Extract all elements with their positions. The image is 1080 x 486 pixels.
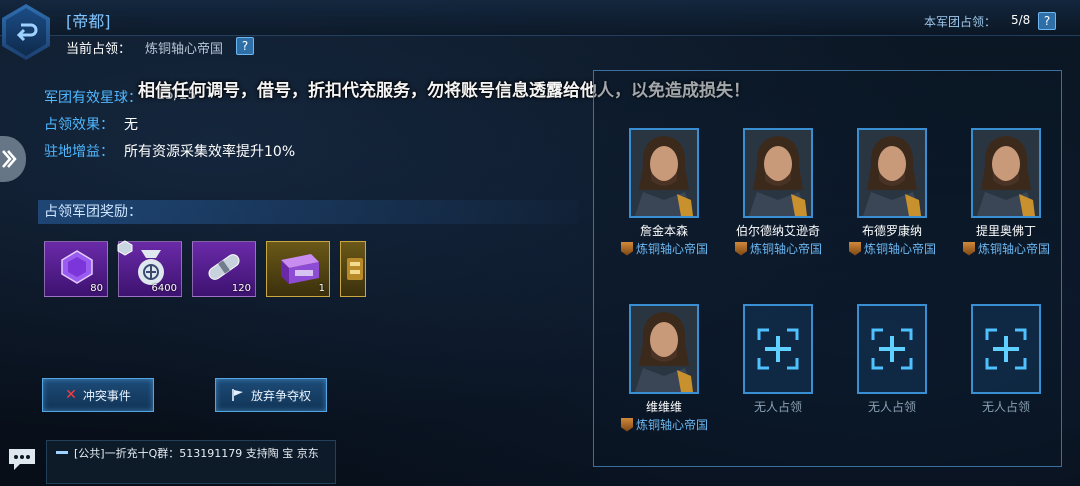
conflict-events-label: 冲突事件 xyxy=(82,388,131,403)
reward-count: 1 xyxy=(318,283,325,294)
empty-slot-label: 无人占领 xyxy=(867,400,916,414)
add-slot-icon xyxy=(985,328,1027,370)
abandon-contest-button[interactable]: 放弃争夺权 xyxy=(215,378,327,412)
empty-slot-label: 无人占领 xyxy=(981,400,1030,414)
commander-portrait-icon xyxy=(859,130,925,216)
empty-slot[interactable] xyxy=(971,304,1041,394)
page-title: [帝都] xyxy=(66,12,111,31)
supply-crate-icon xyxy=(281,254,319,284)
current-occupier-label: 当前占领： xyxy=(66,42,132,57)
planets-label: 军团有效星球： xyxy=(44,90,142,106)
bonus-label: 驻地增益： xyxy=(44,144,114,160)
chat-button[interactable] xyxy=(6,446,38,472)
commander-portrait-icon xyxy=(631,130,697,216)
member-name: 提里奥佛丁 xyxy=(975,224,1036,238)
reward-item[interactable]: 6400 xyxy=(117,240,182,297)
reward-item[interactable]: 80 xyxy=(44,241,108,297)
bonus-value: 所有资源采集效率提升10% xyxy=(124,144,296,160)
member-guild: 炼铜轴心帝国 xyxy=(621,240,708,257)
member-guild: 炼铜轴心帝国 xyxy=(621,416,708,433)
add-slot-icon xyxy=(757,328,799,370)
back-icon xyxy=(6,8,46,56)
guild-badge-icon xyxy=(735,241,747,256)
member-name: 维维维 xyxy=(645,400,682,414)
member-guild-name: 炼铜轴心帝国 xyxy=(864,242,937,256)
occupier-help-icon[interactable]: ? xyxy=(236,37,254,55)
reward-header: 占领军团奖励： xyxy=(38,200,578,224)
member-guild-name: 炼铜轴心帝国 xyxy=(636,242,709,256)
abandon-contest-label: 放弃争夺权 xyxy=(250,388,311,403)
member-guild: 炼铜轴心帝国 xyxy=(735,240,822,257)
reward-item[interactable]: 1 xyxy=(266,241,330,297)
member-name: 伯尔德纳艾逊奇 xyxy=(735,224,820,238)
member-guild-name: 炼铜轴心帝国 xyxy=(750,242,823,256)
chat-bubble-icon xyxy=(9,449,35,470)
reward-count: 80 xyxy=(90,283,103,294)
member-guild-name: 炼铜轴心帝国 xyxy=(978,242,1051,256)
guild-badge-icon xyxy=(963,241,975,256)
gold-item-icon xyxy=(347,258,363,280)
member-portrait[interactable] xyxy=(743,128,813,218)
commander-portrait-icon xyxy=(631,306,697,392)
double-chevron-right-icon xyxy=(2,150,17,168)
empty-slot[interactable] xyxy=(743,304,813,394)
reward-count: 6400 xyxy=(151,283,177,294)
corps-occupy-value: 5/8 xyxy=(1011,13,1031,27)
cross-icon: ✕ xyxy=(65,387,77,403)
corps-occupy-label: 本军团占领： xyxy=(924,15,997,29)
empty-slot-label: 无人占领 xyxy=(753,400,802,414)
member-guild: 炼铜轴心帝国 xyxy=(849,240,936,257)
corps-help-icon[interactable]: ? xyxy=(1038,12,1056,30)
top-bar xyxy=(0,0,1080,36)
reward-item[interactable] xyxy=(340,241,366,297)
rank-badge-icon xyxy=(117,240,133,256)
commander-portrait-icon xyxy=(745,130,811,216)
current-occupier-value: 炼铜轴心帝国 xyxy=(145,42,224,57)
add-slot-icon xyxy=(871,328,913,370)
member-portrait[interactable] xyxy=(629,128,699,218)
flag-icon xyxy=(232,389,243,401)
member-guild-name: 炼铜轴心帝国 xyxy=(636,418,709,432)
effect-label: 占领效果： xyxy=(44,117,114,133)
member-portrait[interactable] xyxy=(857,128,927,218)
empty-slot[interactable] xyxy=(857,304,927,394)
commander-portrait-icon xyxy=(973,130,1039,216)
crystal-icon xyxy=(61,250,93,284)
member-name: 布德罗康纳 xyxy=(861,224,922,238)
money-bag-icon xyxy=(138,250,164,285)
reward-count: 120 xyxy=(231,283,251,294)
reward-item[interactable]: 120 xyxy=(192,241,256,297)
member-name: 詹金本森 xyxy=(639,224,688,238)
guild-badge-icon xyxy=(849,241,861,256)
guild-badge-icon xyxy=(621,417,633,432)
capsule-icon xyxy=(208,254,240,280)
conflict-events-button[interactable]: ✕ 冲突事件 xyxy=(42,378,154,412)
guild-badge-icon xyxy=(621,241,633,256)
expand-side-button[interactable] xyxy=(0,136,26,182)
chat-message: [公共]一折充十Q群：513191179 支持陶 宝 京东 xyxy=(74,447,319,460)
member-portrait[interactable] xyxy=(629,304,699,394)
member-guild: 炼铜轴心帝国 xyxy=(963,240,1050,257)
member-portrait[interactable] xyxy=(971,128,1041,218)
effect-value: 无 xyxy=(124,117,138,133)
